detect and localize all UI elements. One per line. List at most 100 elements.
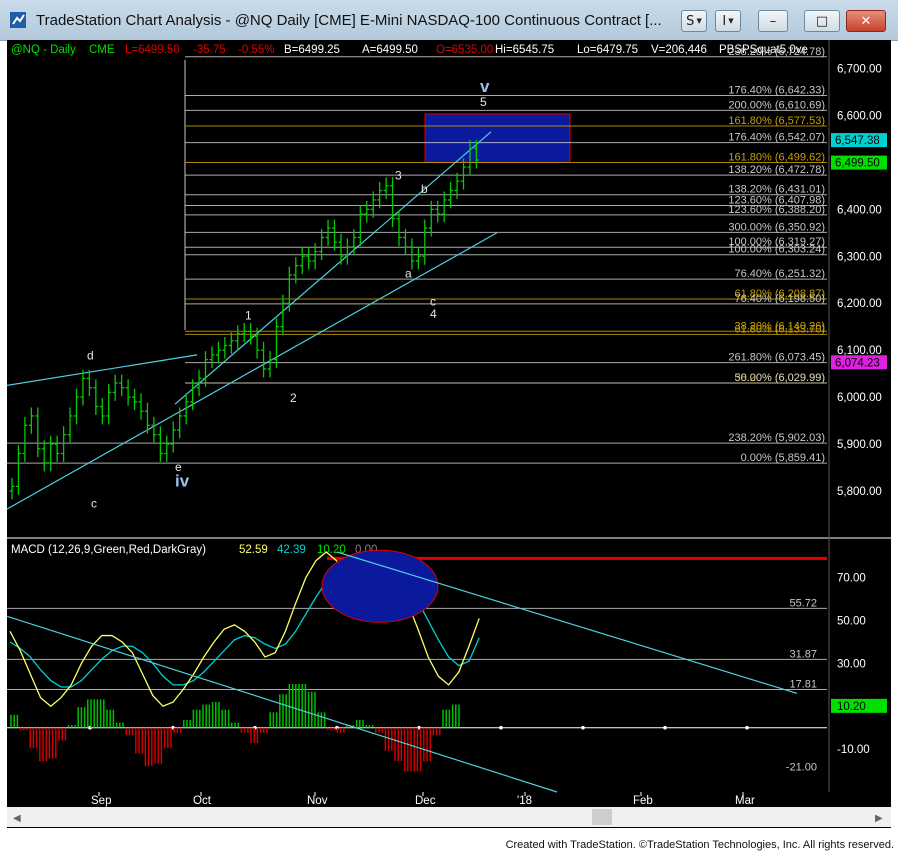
fib-level-label: 200.00% (6,610.69) (728, 99, 825, 111)
macd-histogram-tag-label: 10.20 (837, 701, 866, 713)
zero-line-dot (745, 725, 749, 730)
wave-label: c (91, 496, 97, 510)
target-box (424, 113, 571, 164)
maximize-icon: □ (815, 13, 829, 29)
dropdown-icon: ▼ (696, 17, 702, 25)
price-axis-tick: 5,900.00 (837, 439, 882, 451)
header-ask: A=6499.50 (362, 44, 418, 56)
price-tag-label: 6,074.23 (835, 357, 880, 369)
zero-line-dot (581, 725, 585, 730)
date-axis-label: Sep (91, 795, 111, 807)
macd-axis-tick: 30.00 (837, 658, 866, 670)
macd-level-label: 17.81 (789, 679, 817, 691)
header-open: O=6535.00 (436, 44, 493, 56)
trendline-d (6, 354, 198, 386)
fib-level-label: 61.80% (6,133.70) (734, 323, 825, 335)
date-axis-label: Nov (307, 795, 328, 807)
price-tag-label: 6,499.50 (835, 158, 880, 170)
header-exchange: CME (89, 44, 115, 56)
wave-label: 1 (245, 309, 252, 323)
fib-level-label: 123.60% (6,388.20) (728, 204, 825, 216)
macd-level-label: 31.87 (789, 648, 817, 660)
date-axis-label: '18 (517, 795, 532, 807)
date-axis-label: Mar (735, 795, 755, 807)
tradestation-logo-icon (10, 12, 26, 28)
macd-trendline-upper (336, 551, 798, 695)
fib-level-label: 176.40% (6,642.33) (728, 85, 825, 97)
s-button-label: S (686, 13, 695, 29)
zero-line-dot (663, 725, 667, 730)
close-button[interactable]: ✕ (846, 10, 886, 32)
horizontal-scrollbar[interactable] (7, 807, 891, 827)
fib-level-label: 161.80% (6,499.62) (728, 152, 825, 164)
fib-level-label: 0.00% (5,859.41) (741, 452, 825, 464)
scrollbar-thumb[interactable] (592, 809, 612, 825)
minimize-button[interactable]: – (758, 10, 788, 32)
fib-level-label: 138.20% (6,472.78) (728, 164, 825, 176)
trendline-upper (174, 131, 492, 405)
price-axis-tick: 6,600.00 (837, 110, 882, 122)
price-axis-tick: 5,800.00 (837, 486, 882, 498)
scroll-left-icon[interactable]: ◀ (13, 813, 21, 824)
fib-level-label: 76.40% (6,198.50) (734, 293, 825, 305)
macd-level-label: -21.00 (786, 762, 817, 774)
wave-label: v (480, 77, 490, 96)
fib-level-label: 176.40% (6,542.07) (728, 132, 825, 144)
fib-level-label: 238.20% (5,902.03) (728, 432, 825, 444)
wave-label: 2 (290, 391, 297, 405)
wave-label: d (87, 349, 94, 363)
dropdown-icon: ▼ (728, 17, 734, 25)
i-button[interactable]: I ▼ (715, 10, 741, 32)
fib-level-label: 100.00% (6,303.24) (728, 244, 825, 256)
price-axis-tick: 6,200.00 (837, 298, 882, 310)
header-low: Lo=6479.75 (577, 44, 638, 56)
header-symbol: @NQ - Daily (11, 44, 76, 56)
wave-label: 4 (430, 307, 437, 321)
wave-label: 3 (395, 169, 402, 183)
date-axis-label: Oct (193, 795, 212, 807)
price-axis-tick: 6,700.00 (837, 63, 882, 75)
close-icon: ✕ (860, 13, 872, 29)
price-tag-label: 6,547.38 (835, 135, 880, 147)
macd-ellipse (321, 549, 439, 623)
fib-level-label: 238.20% (6,724.78) (728, 46, 825, 58)
macd-value: 52.59 (239, 544, 268, 556)
header-change-pct: -0.55% (238, 44, 274, 56)
chart-canvas: @NQ - Daily CME L=6499.50 -35.75 -0.55% B=649… (6, 40, 891, 827)
macd-axis-tick: 70.00 (837, 573, 866, 585)
wave-label: iv (175, 471, 190, 490)
i-button-label: I (722, 13, 727, 29)
header-last: L=6499.50 (125, 44, 180, 56)
header-change: -35.75 (193, 44, 226, 56)
wave-label: 5 (480, 95, 487, 109)
macd-level-label: 55.72 (789, 597, 817, 609)
trendline-lower (6, 232, 498, 510)
macd-trendline-lower (6, 615, 558, 793)
fib-level-label: 76.40% (6,251.32) (734, 268, 825, 280)
fib-level-label: 50.00% (6,029.99) (734, 372, 825, 384)
macd-axis-tick: -10.00 (837, 744, 870, 756)
minimize-icon: – (769, 13, 777, 29)
macd-value: 42.39 (277, 544, 306, 556)
maximize-button[interactable]: □ (804, 10, 840, 32)
zero-line-dot (499, 725, 503, 730)
scroll-right-icon[interactable]: ▶ (875, 813, 883, 824)
status-bar: Created with TradeStation. ©TradeStation… (0, 830, 898, 852)
header-bid: B=6499.25 (284, 44, 340, 56)
s-button[interactable]: S ▼ (681, 10, 707, 32)
macd-value: 10.20 (317, 544, 346, 556)
wave-label: b (421, 182, 428, 196)
price-axis-tick: 6,000.00 (837, 392, 882, 404)
window-title: TradeStation Chart Analysis - @NQ Daily … (36, 12, 662, 29)
price-axis-tick: 6,300.00 (837, 251, 882, 263)
macd-title: MACD (12,26,9,Green,Red,DarkGray) (11, 544, 206, 556)
fib-level-label: 300.00% (6,350.92) (728, 221, 825, 233)
fib-level-label: 161.80% (6,577.53) (728, 115, 825, 127)
copyright-credit: Created with TradeStation. ©TradeStation… (505, 839, 894, 851)
date-axis-label: Feb (633, 795, 653, 807)
chart-area[interactable]: @NQ - Daily CME L=6499.50 -35.75 -0.55% B=649… (6, 40, 891, 828)
chart-window: TradeStation Chart Analysis - @NQ Daily … (0, 0, 898, 852)
fib-level-label: 261.80% (6,073.45) (728, 352, 825, 364)
title-bar[interactable]: TradeStation Chart Analysis - @NQ Daily … (0, 0, 898, 41)
price-axis-tick: 6,400.00 (837, 204, 882, 216)
